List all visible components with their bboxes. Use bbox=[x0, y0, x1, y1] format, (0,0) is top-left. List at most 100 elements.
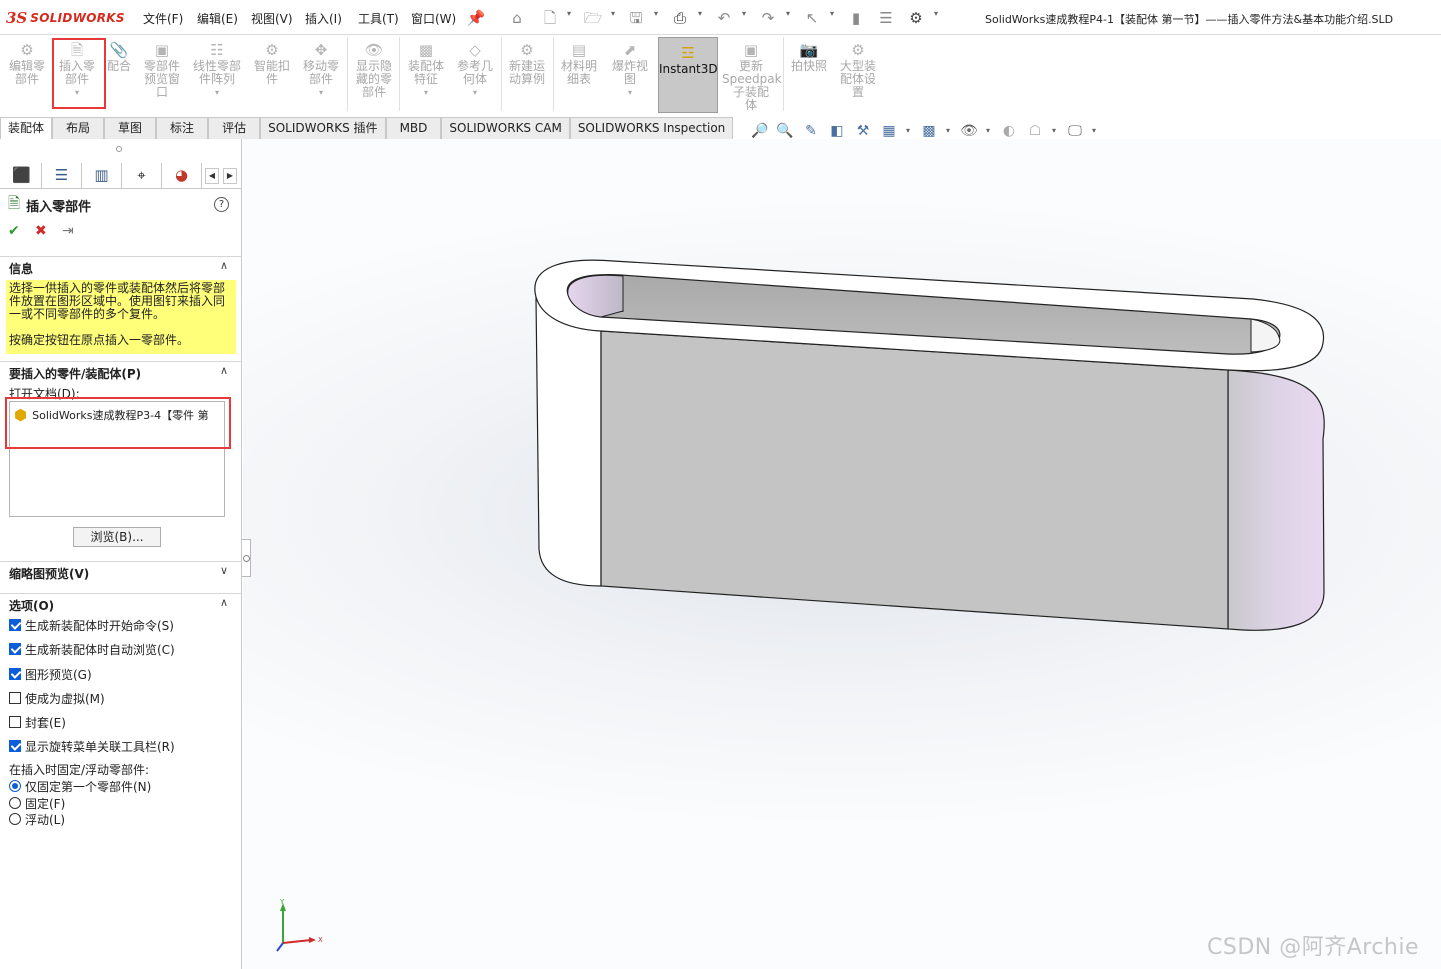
tab-solidworks-addins[interactable]: SOLIDWORKS 插件 bbox=[260, 117, 386, 139]
tabs-scroll-right-icon[interactable]: ▶ bbox=[223, 168, 237, 184]
mate-button[interactable]: 📎 配合 bbox=[104, 35, 134, 115]
zoom-to-area-icon[interactable]: 🔍 bbox=[775, 120, 795, 142]
print-dropdown-icon[interactable]: ▾ bbox=[698, 9, 706, 18]
collapse-up-icon[interactable]: ∧ bbox=[220, 364, 228, 377]
edit-component-button[interactable]: ⚙ 编辑零 部件 bbox=[4, 35, 50, 115]
menu-file[interactable]: 文件(F) bbox=[143, 10, 183, 27]
previous-view-icon[interactable]: ✎ bbox=[801, 120, 821, 142]
menu-tools[interactable]: 工具(T) bbox=[358, 10, 399, 27]
ok-check-icon[interactable]: ✔ bbox=[8, 223, 20, 239]
new-document-icon[interactable]: 🗋 bbox=[540, 8, 560, 28]
linear-pattern-dropdown-icon[interactable]: ▾ bbox=[190, 88, 244, 97]
option-rotate-context-toolbar[interactable]: 显示旋转菜单关联工具栏(R) bbox=[9, 738, 175, 754]
pin-icon[interactable]: 📌 bbox=[466, 8, 486, 28]
rebuild-icon[interactable]: ▮ bbox=[846, 8, 866, 28]
display-style-dropdown-icon[interactable]: ▾ bbox=[946, 120, 950, 142]
checkbox[interactable] bbox=[9, 643, 21, 655]
move-component-dropdown-icon[interactable]: ▾ bbox=[298, 88, 344, 97]
assembly-feature-button[interactable]: ▩ 装配体 特征 ▾ bbox=[403, 35, 449, 115]
solidworks-logo[interactable]: 3S SOLIDWORKS bbox=[6, 8, 125, 28]
open-folder-icon[interactable]: 🗁 bbox=[583, 8, 603, 28]
option-graphics-preview[interactable]: 图形预览(G) bbox=[9, 666, 92, 682]
checkbox[interactable] bbox=[9, 740, 21, 752]
display-manager-tab-icon[interactable]: ◕ bbox=[162, 163, 202, 188]
component-preview-button[interactable]: ▣ 零部件 预览窗 口 bbox=[138, 35, 186, 115]
view-orientation-dropdown-icon[interactable]: ▾ bbox=[906, 120, 910, 142]
display-style-icon[interactable]: ▩ bbox=[919, 120, 939, 142]
instant3d-button[interactable]: ☲ Instant3D bbox=[658, 37, 718, 113]
print-icon[interactable]: ⎙ bbox=[670, 8, 690, 28]
reference-geometry-dropdown-icon[interactable]: ▾ bbox=[452, 88, 498, 97]
panel-collapse-handle[interactable] bbox=[242, 539, 251, 577]
radio-button[interactable] bbox=[9, 780, 21, 792]
menu-window[interactable]: 窗口(W) bbox=[411, 10, 456, 27]
move-component-button[interactable]: ✥ 移动零 部件 ▾ bbox=[298, 35, 344, 115]
tab-assembly[interactable]: 装配体 bbox=[0, 117, 53, 139]
home-icon[interactable]: ⌂ bbox=[507, 8, 527, 28]
checkbox[interactable] bbox=[9, 619, 21, 631]
file-properties-icon[interactable]: ☰ bbox=[876, 8, 896, 28]
save-icon[interactable]: 🖫 bbox=[626, 8, 646, 28]
bill-of-materials-button[interactable]: ▤ 材料明 细表 bbox=[556, 35, 602, 115]
redo-icon[interactable]: ↷ bbox=[758, 8, 778, 28]
undo-dropdown-icon[interactable]: ▾ bbox=[742, 9, 750, 18]
radio-button[interactable] bbox=[9, 813, 21, 825]
dimxpert-tab-icon[interactable]: ⌖ bbox=[122, 163, 162, 188]
checkbox[interactable] bbox=[9, 716, 21, 728]
collapse-up-icon[interactable]: ∧ bbox=[220, 596, 228, 609]
checkbox[interactable] bbox=[9, 692, 21, 704]
select-dropdown-icon[interactable]: ▾ bbox=[830, 9, 838, 18]
open-dropdown-icon[interactable]: ▾ bbox=[611, 9, 619, 18]
keep-visible-pushpin-icon[interactable]: ⇥ bbox=[62, 223, 74, 239]
option-envelope[interactable]: 封套(E) bbox=[9, 714, 66, 730]
exploded-view-dropdown-icon[interactable]: ▾ bbox=[607, 88, 653, 97]
tab-solidworks-cam[interactable]: SOLIDWORKS CAM bbox=[441, 117, 570, 139]
help-icon[interactable]: ? bbox=[214, 197, 229, 212]
smart-fastener-button[interactable]: ⚙ 智能扣 件 bbox=[250, 35, 294, 115]
hide-show-dropdown-icon[interactable]: ▾ bbox=[986, 120, 990, 142]
edit-appearance-icon[interactable]: ◐ bbox=[999, 120, 1019, 142]
info-section-header[interactable]: 信息 ∧ bbox=[0, 256, 242, 276]
tab-sketch[interactable]: 草图 bbox=[104, 117, 157, 139]
3d-part-model[interactable] bbox=[243, 139, 1441, 969]
zoom-to-fit-icon[interactable]: 🔎 bbox=[750, 120, 770, 142]
radio-fixed[interactable]: 固定(F) bbox=[9, 795, 65, 811]
menu-insert[interactable]: 插入(I) bbox=[305, 10, 342, 27]
radio-fix-first-component[interactable]: 仅固定第一个零部件(N) bbox=[9, 778, 151, 794]
radio-float[interactable]: 浮动(L) bbox=[9, 811, 65, 827]
configuration-manager-tab-icon[interactable]: ▥ bbox=[82, 163, 122, 188]
tabs-scroll-left-icon[interactable]: ◀ bbox=[205, 168, 219, 184]
apply-scene-icon[interactable]: ☖ bbox=[1025, 120, 1045, 142]
feature-tree-tab-icon[interactable]: ⬛ bbox=[2, 163, 42, 188]
view-settings-monitor-icon[interactable]: 🖵 bbox=[1065, 120, 1085, 142]
section-view-icon[interactable]: ◧ bbox=[827, 120, 847, 142]
options-dropdown-icon[interactable]: ▾ bbox=[934, 9, 942, 18]
panel-splitter[interactable] bbox=[0, 139, 242, 161]
thumbnail-preview-section-header[interactable]: 缩略图预览(V) ∨ bbox=[0, 561, 242, 581]
property-manager-tab-icon[interactable]: ☰ bbox=[42, 163, 82, 188]
cancel-x-icon[interactable]: ✖ bbox=[35, 223, 47, 239]
undo-icon[interactable]: ↶ bbox=[714, 8, 734, 28]
tab-evaluate[interactable]: 评估 bbox=[208, 117, 261, 139]
options-gear-icon[interactable]: ⚙ bbox=[906, 8, 926, 28]
option-start-command[interactable]: 生成新装配体时开始命令(S) bbox=[9, 617, 174, 633]
update-speedpak-button[interactable]: ▣ 更新 Speedpak 子装配 体 bbox=[722, 35, 782, 115]
menu-edit[interactable]: 编辑(E) bbox=[197, 10, 238, 27]
radio-button[interactable] bbox=[9, 797, 21, 809]
tab-solidworks-inspection[interactable]: SOLIDWORKS Inspection bbox=[569, 117, 734, 139]
new-dropdown-icon[interactable]: ▾ bbox=[567, 9, 575, 18]
options-section-header[interactable]: 选项(O) ∧ bbox=[0, 593, 242, 613]
select-cursor-icon[interactable]: ↖ bbox=[802, 8, 822, 28]
option-auto-browse[interactable]: 生成新装配体时自动浏览(C) bbox=[9, 641, 175, 657]
part-to-insert-section-header[interactable]: 要插入的零件/装配体(P) ∧ bbox=[0, 361, 242, 381]
save-dropdown-icon[interactable]: ▾ bbox=[654, 9, 662, 18]
menu-view[interactable]: 视图(V) bbox=[251, 10, 293, 27]
reference-geometry-button[interactable]: ◇ 参考几 何体 ▾ bbox=[452, 35, 498, 115]
dynamic-annotation-icon[interactable]: ⚒ bbox=[853, 120, 873, 142]
expand-down-icon[interactable]: ∨ bbox=[220, 564, 228, 577]
tab-markup[interactable]: 标注 bbox=[156, 117, 209, 139]
graphics-area[interactable]: Y X CSDN @阿齐Archie bbox=[243, 139, 1441, 969]
checkbox[interactable] bbox=[9, 668, 21, 680]
snapshot-button[interactable]: 📷 拍快照 bbox=[786, 35, 832, 115]
scene-dropdown-icon[interactable]: ▾ bbox=[1052, 120, 1056, 142]
